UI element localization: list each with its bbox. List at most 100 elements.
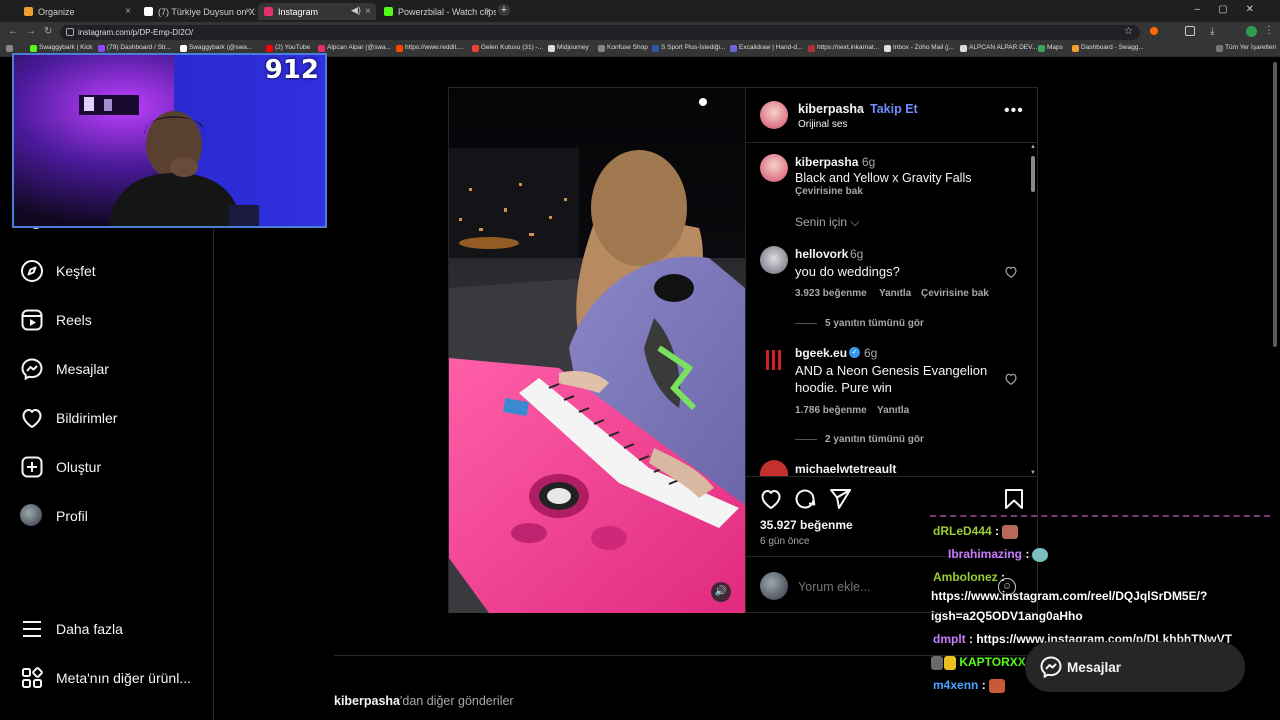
more-posts-username[interactable]: kiberpasha: [334, 694, 400, 708]
download-icon[interactable]: ⤓: [1210, 26, 1214, 37]
comment-like-heart-icon[interactable]: [1004, 372, 1018, 386]
sidebar-item-create[interactable]: Oluştur: [20, 453, 205, 483]
bookmark-item[interactable]: Maps: [1038, 44, 1063, 52]
divider: [746, 476, 1038, 477]
chat-username: KAPTORXX: [959, 655, 1026, 670]
reload-icon[interactable]: ↻: [44, 26, 52, 37]
sidebar-item-reels[interactable]: Reels: [20, 306, 205, 336]
sidebar-item-more[interactable]: Daha fazla: [20, 615, 205, 645]
translate-link[interactable]: Çevirisine bak: [795, 186, 863, 197]
reply-button[interactable]: Yanıtla: [879, 288, 911, 299]
sidebar-item-profile[interactable]: Profil: [20, 502, 205, 532]
extension-icon[interactable]: [1150, 27, 1158, 35]
reel-video[interactable]: 🔊: [449, 88, 745, 613]
comment-username[interactable]: bgeek.eu: [795, 346, 847, 360]
chat-message: m4xenn :: [933, 678, 1005, 693]
comment-likes[interactable]: 1.786 beğenme: [795, 405, 867, 416]
bookmark-item[interactable]: S Sport Plus-İstediği...: [652, 44, 725, 52]
audio-playing-icon[interactable]: ◀): [351, 5, 361, 16]
more-options-icon[interactable]: •••: [1004, 102, 1024, 120]
compass-icon: [21, 260, 43, 282]
bookmark-item[interactable]: Swaggybark | Kick: [30, 44, 92, 52]
bookmark-item[interactable]: Alpcan Alpar (@swa...: [318, 44, 391, 52]
bookmark-item[interactable]: https://next.inkarnat...: [808, 44, 879, 52]
profile-avatar[interactable]: [1246, 26, 1257, 37]
view-replies[interactable]: 5 yanıtın tümünü gör: [795, 318, 924, 329]
comments-scrollbar[interactable]: ▲ ▼: [1030, 144, 1036, 476]
comment-bubble-icon[interactable]: [793, 487, 817, 511]
commenter-avatar[interactable]: [760, 346, 788, 374]
chat-message-text: https://www.instagram.com/reel/DQJqlSrDM…: [931, 589, 1208, 603]
url-input[interactable]: instagram.com/p/DP-Emp-DI2O/: [60, 25, 1140, 40]
like-count[interactable]: 35.927 beğenme: [760, 518, 853, 532]
commenter-avatar[interactable]: [760, 460, 788, 476]
comment-text: AND a Neon Genesis Evangelion hoodie. Pu…: [795, 363, 988, 395]
tab-twitter[interactable]: (7) Türkiye Duysun on X: "Esenl... ×: [138, 3, 256, 20]
menu-dots-icon[interactable]: ⋮: [1264, 25, 1274, 36]
bookmark-item[interactable]: Excalidraw | Hand-d...: [730, 44, 802, 52]
tab-organize[interactable]: Organize ×: [18, 3, 136, 20]
author-username[interactable]: kiberpasha: [798, 102, 864, 116]
sidebar-item-notifications[interactable]: Bildirimler: [20, 404, 205, 434]
all-bookmarks[interactable]: Tüm Yer İşaretleri: [1216, 44, 1276, 52]
bookmark-item[interactable]: ALPCAN ALPAR DEV...: [960, 44, 1037, 52]
sidebar-item-explore[interactable]: Keşfet: [20, 257, 205, 287]
bookmark-item[interactable]: Gelen Kutusu (31) -...: [472, 44, 543, 52]
back-arrow-icon[interactable]: ←: [8, 26, 18, 37]
bookmark-item[interactable]: Swaggybark (@swa...: [180, 44, 252, 52]
author-avatar[interactable]: [760, 154, 788, 182]
audio-label[interactable]: Orijinal ses: [798, 119, 847, 130]
comment-username[interactable]: michaelwtetreault: [795, 462, 896, 476]
bookmark-item[interactable]: Inbox - Zoho Mail (j...: [884, 44, 954, 52]
comment-sort-dropdown[interactable]: Senin için ⌵: [795, 215, 859, 230]
caption-username[interactable]: kiberpasha: [795, 155, 858, 169]
share-send-icon[interactable]: [828, 487, 852, 511]
tab-kick[interactable]: Powerzbilal - Watch clips on Ki... ×: [378, 3, 496, 20]
volume-icon[interactable]: 🔊: [711, 582, 731, 602]
window-controls[interactable]: –▢✕: [1195, 4, 1272, 15]
comment-like-heart-icon[interactable]: [1004, 265, 1018, 279]
post-date[interactable]: 6 gün önce: [760, 536, 810, 547]
comment-text: you do weddings?: [795, 264, 900, 279]
translate-link[interactable]: Çevirisine bak: [921, 288, 989, 299]
extensions-puzzle-icon[interactable]: [1185, 26, 1195, 36]
forward-arrow-icon[interactable]: →: [26, 26, 36, 37]
bookmark-item[interactable]: Konfuse Shop: [598, 44, 648, 52]
close-icon[interactable]: ×: [125, 6, 131, 17]
reply-button[interactable]: Yanıtla: [877, 405, 909, 416]
site-info-icon[interactable]: [66, 28, 74, 36]
chat-emote: [1002, 524, 1019, 539]
bookmark-item[interactable]: (79) Dashboard / Str...: [98, 44, 171, 52]
messages-pill-button[interactable]: Mesajlar: [1025, 642, 1245, 692]
more-posts-suffix: 'dan diğer gönderiler: [400, 694, 514, 708]
chat-username: Ibrahimazing: [948, 547, 1023, 561]
sidebar-item-messages[interactable]: Mesajlar: [20, 355, 205, 385]
follow-button[interactable]: Takip Et: [870, 102, 918, 116]
commenter-avatar[interactable]: [760, 246, 788, 274]
view-replies[interactable]: 2 yanıtın tümünü gör: [795, 434, 924, 445]
url-text: instagram.com/p/DP-Emp-DI2O/: [78, 28, 194, 37]
caption-time: 6g: [862, 155, 876, 169]
comment-time: 6g: [864, 346, 878, 360]
bookmark-item[interactable]: Dashboard - Swagg...: [1072, 44, 1144, 52]
bookmark-item[interactable]: https://www.reddit....: [396, 44, 464, 52]
close-icon[interactable]: ×: [485, 6, 491, 17]
like-heart-icon[interactable]: [759, 487, 783, 511]
chat-username: m4xenn: [933, 678, 979, 692]
save-bookmark-icon[interactable]: [1002, 487, 1026, 511]
hamburger-menu-icon: [23, 621, 41, 637]
bookmark-item[interactable]: Midjourney: [548, 44, 589, 52]
comment-username[interactable]: hellovork: [795, 247, 848, 261]
author-avatar[interactable]: [760, 101, 788, 129]
emoji-picker-icon[interactable]: ☺: [998, 578, 1016, 596]
new-tab-button[interactable]: +: [498, 4, 510, 16]
bookmark-item[interactable]: (2) YouTube: [266, 44, 310, 52]
chat-badge-icon: [931, 656, 943, 670]
bookmark-star-icon[interactable]: ☆: [1124, 26, 1133, 37]
page-scrollbar[interactable]: [1273, 62, 1277, 347]
comment-input[interactable]: [798, 578, 948, 596]
comment-likes[interactable]: 3.923 beğenme: [795, 288, 867, 299]
close-icon[interactable]: ×: [245, 6, 251, 17]
close-icon[interactable]: ×: [365, 6, 371, 17]
sidebar-item-meta[interactable]: Meta'nın diğer ürünl...: [20, 664, 205, 694]
